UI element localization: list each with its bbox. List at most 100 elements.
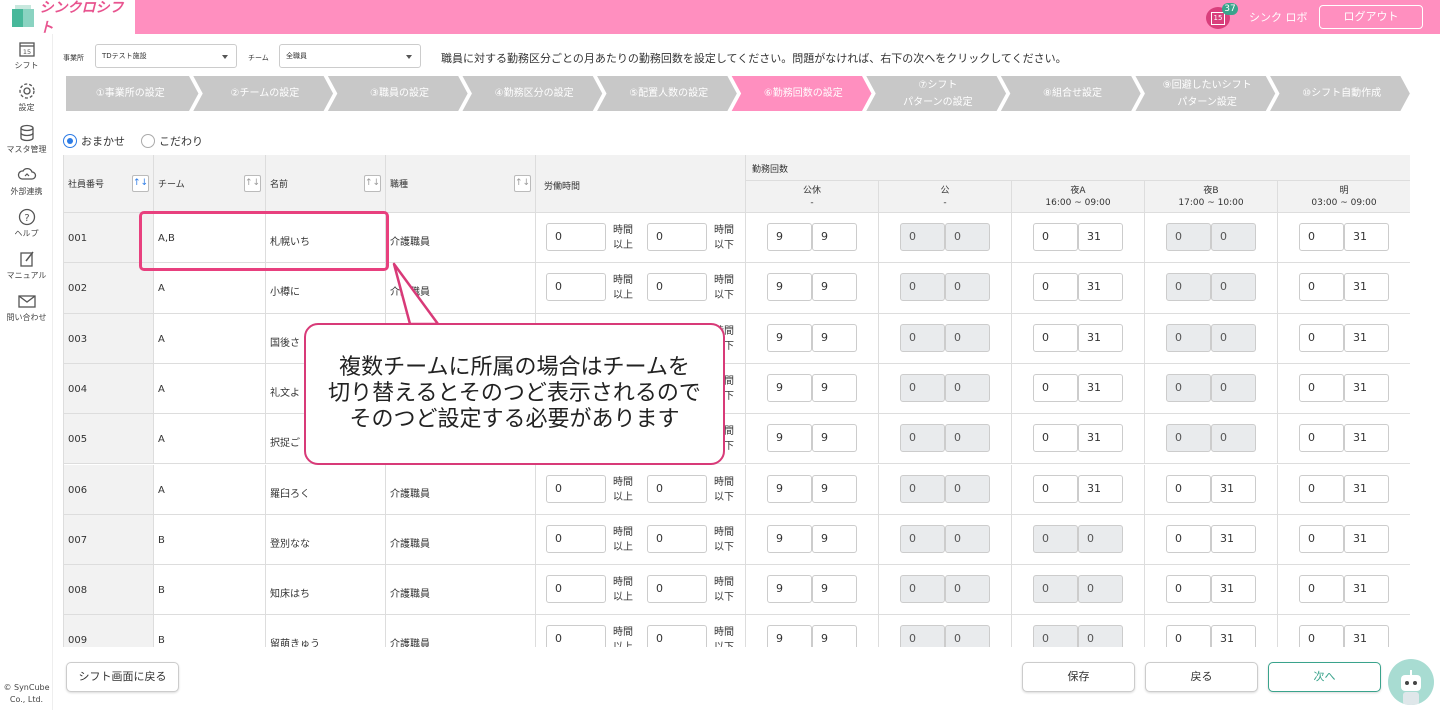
step-5[interactable]: ⑤配置人数の設定	[603, 75, 734, 112]
logout-button[interactable]: ログアウト	[1319, 5, 1423, 29]
sidebar-item-manual[interactable]: マニュアル	[0, 244, 53, 286]
mode-omakase-radio[interactable]: おまかせ	[63, 133, 125, 149]
back-button[interactable]: 戻る	[1145, 662, 1258, 692]
shift-max-input[interactable]: 9	[812, 323, 857, 352]
sidebar-item-integration[interactable]: 外部連携	[0, 160, 53, 202]
next-button[interactable]: 次へ	[1268, 662, 1381, 692]
shift-min-input[interactable]: 0	[1033, 273, 1078, 302]
sidebar-item-master[interactable]: マスタ管理	[0, 118, 53, 160]
hours-min-input[interactable]: 0	[546, 223, 606, 251]
logo[interactable]: シンクロシフト	[0, 0, 135, 36]
step-2[interactable]: ②チームの設定	[200, 75, 331, 112]
hours-min-input[interactable]: 0	[546, 625, 606, 647]
assistant-robot-icon[interactable]	[1388, 659, 1434, 705]
shift-min-input[interactable]: 0	[1299, 323, 1344, 352]
shift-max-input[interactable]: 31	[1078, 474, 1123, 503]
hours-min-input[interactable]: 0	[546, 273, 606, 302]
step-8[interactable]: ⑧組合せ設定	[1007, 75, 1138, 112]
shift-min-input[interactable]: 0	[1033, 223, 1078, 251]
shift-min-input[interactable]: 0	[1299, 373, 1344, 402]
shift-min-input[interactable]: 0	[1299, 223, 1344, 251]
shift-min-input[interactable]: 0	[1299, 625, 1344, 647]
shift-max-input[interactable]: 31	[1344, 223, 1389, 251]
hours-min-input[interactable]: 0	[546, 524, 606, 553]
back-to-shift-button[interactable]: シフト画面に戻る	[66, 662, 179, 692]
shift-min-input[interactable]: 9	[767, 223, 812, 251]
hours-min-input[interactable]: 0	[546, 575, 606, 604]
step-7[interactable]: ⑦シフト パターンの設定	[873, 75, 1004, 112]
step-9[interactable]: ⑨回避したいシフト パターン設定	[1142, 75, 1273, 112]
shift-max-input[interactable]: 31	[1078, 323, 1123, 352]
step-10[interactable]: ⑩シフト自動作成	[1276, 75, 1407, 112]
shift-min-input[interactable]: 0	[1299, 424, 1344, 453]
shift-min-input[interactable]: 0	[1166, 625, 1211, 647]
shift-max-input[interactable]: 31	[1344, 625, 1389, 647]
hours-max-input[interactable]: 0	[647, 575, 707, 604]
shift-min-input[interactable]: 9	[767, 474, 812, 503]
hours-max-input[interactable]: 0	[647, 223, 707, 251]
shift-max-input[interactable]: 31	[1344, 474, 1389, 503]
shift-max-input[interactable]: 31	[1211, 474, 1256, 503]
shift-min-input[interactable]: 9	[767, 373, 812, 402]
shift-max-input[interactable]: 9	[812, 575, 857, 604]
sort-employee-no-button[interactable]: ↑↓	[132, 175, 149, 192]
shift-max-input[interactable]: 9	[812, 625, 857, 647]
sidebar-item-help[interactable]: ? ヘルプ	[0, 202, 53, 244]
shift-min-input[interactable]: 0	[1299, 575, 1344, 604]
shift-min-input[interactable]: 0	[1033, 323, 1078, 352]
sidebar-item-settings[interactable]: 設定	[0, 76, 53, 118]
shift-max-input[interactable]: 31	[1211, 524, 1256, 553]
shift-max-input[interactable]: 31	[1078, 373, 1123, 402]
shift-min-input[interactable]: 9	[767, 273, 812, 302]
step-3[interactable]: ③職員の設定	[334, 75, 465, 112]
hours-max-input[interactable]: 0	[647, 625, 707, 647]
shift-min-input[interactable]: 9	[767, 625, 812, 647]
shift-max-input[interactable]: 31	[1344, 524, 1389, 553]
step-6[interactable]: ⑥勤務回数の設定	[738, 75, 869, 112]
shift-max-input[interactable]: 31	[1211, 575, 1256, 604]
sidebar-item-shift[interactable]: 15 シフト	[0, 34, 53, 76]
shift-min-input[interactable]: 0	[1166, 474, 1211, 503]
sort-job-button[interactable]: ↑↓	[514, 175, 531, 192]
shift-min-input[interactable]: 0	[1033, 424, 1078, 453]
sort-name-button[interactable]: ↑↓	[364, 175, 381, 192]
shift-min-input[interactable]: 0	[1033, 474, 1078, 503]
mode-kodawari-radio[interactable]: こだわり	[141, 133, 203, 149]
office-select[interactable]: TDテスト施設	[95, 44, 237, 68]
shift-min-input[interactable]: 9	[767, 524, 812, 553]
shift-min-input[interactable]: 0	[1166, 575, 1211, 604]
shift-max-input[interactable]: 31	[1078, 273, 1123, 302]
shift-min-input[interactable]: 0	[1299, 474, 1344, 503]
shift-min-input[interactable]: 0	[1299, 273, 1344, 302]
shift-max-input[interactable]: 9	[812, 424, 857, 453]
hours-min-input[interactable]: 0	[546, 474, 606, 503]
shift-max-input[interactable]: 9	[812, 223, 857, 251]
shift-max-input[interactable]: 31	[1344, 424, 1389, 453]
shift-max-input[interactable]: 9	[812, 373, 857, 402]
hours-max-input[interactable]: 0	[647, 273, 707, 302]
shift-min-input[interactable]: 9	[767, 424, 812, 453]
step-4[interactable]: ④勤務区分の設定	[469, 75, 600, 112]
shift-min-input[interactable]: 9	[767, 323, 812, 352]
shift-max-input[interactable]: 9	[812, 524, 857, 553]
shift-min-input[interactable]: 9	[767, 575, 812, 604]
sidebar-item-contact[interactable]: 問い合わせ	[0, 286, 53, 328]
hours-max-input[interactable]: 0	[647, 524, 707, 553]
shift-max-input[interactable]: 31	[1078, 424, 1123, 453]
shift-min-input[interactable]: 0	[1033, 373, 1078, 402]
shift-max-input[interactable]: 31	[1344, 575, 1389, 604]
sort-team-button[interactable]: ↑↓	[244, 175, 261, 192]
hours-max-input[interactable]: 0	[647, 474, 707, 503]
shift-max-input[interactable]: 31	[1078, 223, 1123, 251]
shift-max-input[interactable]: 31	[1344, 273, 1389, 302]
shift-max-input[interactable]: 31	[1211, 625, 1256, 647]
shift-max-input[interactable]: 9	[812, 273, 857, 302]
save-button[interactable]: 保存	[1022, 662, 1135, 692]
shift-min-input[interactable]: 0	[1166, 524, 1211, 553]
step-1[interactable]: ①事業所の設定	[65, 75, 196, 112]
team-select[interactable]: 全職員	[279, 44, 421, 68]
shift-max-input[interactable]: 9	[812, 474, 857, 503]
shift-min-input[interactable]: 0	[1299, 524, 1344, 553]
shift-max-input[interactable]: 31	[1344, 323, 1389, 352]
shift-max-input[interactable]: 31	[1344, 373, 1389, 402]
